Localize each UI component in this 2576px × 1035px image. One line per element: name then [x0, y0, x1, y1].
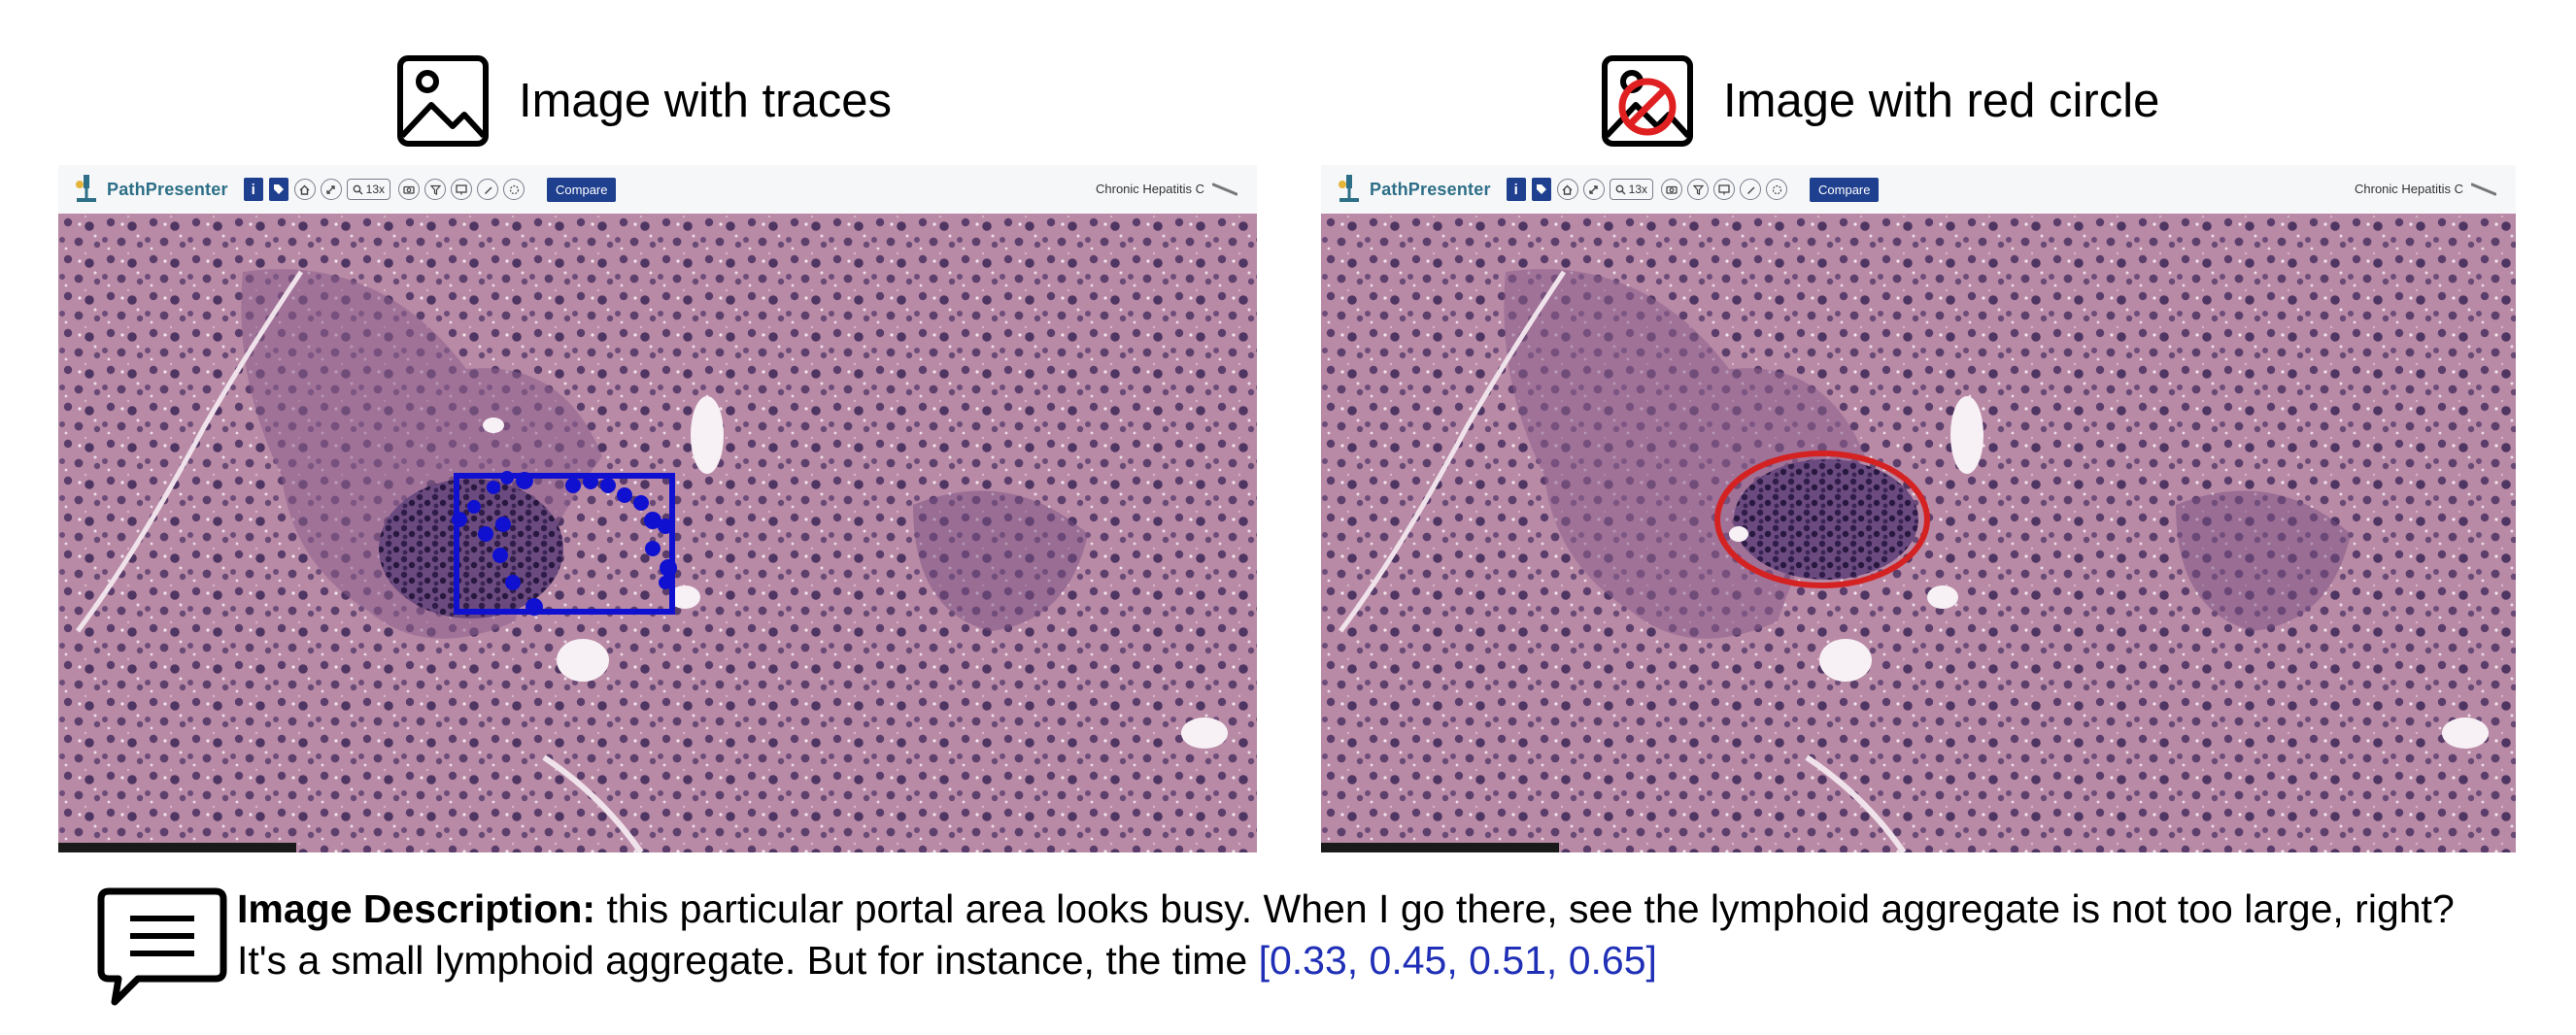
viewer-toolbar: PathPresenter i 13x Compare Chronic Hepa…	[1321, 165, 2516, 214]
brand-name: PathPresenter	[1370, 179, 1491, 199]
brand: PathPresenter	[1335, 173, 1491, 206]
compare-button[interactable]: Compare	[547, 177, 617, 202]
tissue-image[interactable]	[1321, 214, 2516, 852]
zoom-level-button[interactable]: 13x	[1609, 179, 1654, 200]
tag-icon	[1536, 184, 1546, 194]
panel-title-text: Image with traces	[519, 75, 892, 127]
monitor-button[interactable]	[1713, 179, 1736, 200]
info-button[interactable]: i	[243, 178, 263, 201]
zoom-icon	[353, 184, 363, 194]
circle-tool-button[interactable]	[1766, 179, 1788, 200]
pen-button[interactable]	[477, 179, 499, 200]
brand: PathPresenter	[72, 173, 228, 206]
zoom-level: 13x	[1628, 183, 1648, 196]
panel-title-red-circle: Image with red circle	[1601, 52, 2159, 150]
filter-icon	[1692, 184, 1704, 195]
tag-button[interactable]	[1531, 178, 1551, 201]
circle-tool-button[interactable]	[503, 179, 525, 200]
compare-button[interactable]: Compare	[1810, 177, 1880, 202]
home-icon	[299, 184, 310, 195]
monitor-icon	[456, 184, 467, 194]
camera-icon	[403, 185, 415, 194]
pen-icon	[1746, 186, 1755, 194]
slide-viewer-traces: PathPresenter i 13x Compare Chronic Hepa…	[58, 165, 1257, 852]
description-text: Image Description: this particular porta…	[237, 884, 2510, 986]
brand-name: PathPresenter	[107, 179, 228, 199]
monitor-icon	[1718, 184, 1730, 194]
pen-icon	[484, 186, 492, 194]
filter-icon	[429, 184, 441, 195]
home-button[interactable]	[1556, 179, 1578, 200]
image-icon	[397, 55, 489, 147]
scale-bar	[1321, 843, 1559, 852]
monitor-button[interactable]	[451, 179, 473, 200]
zoom-level-button[interactable]: 13x	[346, 179, 391, 200]
filter-button[interactable]	[1687, 179, 1710, 200]
tissue-image[interactable]	[58, 214, 1257, 852]
circle-icon	[1772, 184, 1781, 194]
zoom-icon	[1615, 184, 1626, 194]
info-button[interactable]: i	[1506, 178, 1526, 201]
slide-viewer-red-circle: PathPresenter i 13x Compare Chronic Hepa…	[1321, 165, 2516, 852]
zoom-level: 13x	[365, 183, 386, 196]
speech-bubble-icon	[97, 887, 227, 1006]
expand-button[interactable]	[320, 179, 342, 200]
image-with-red-circle-icon	[1602, 55, 1693, 147]
slide-thumbnail-icon	[2471, 183, 2496, 196]
expand-button[interactable]	[1582, 179, 1605, 200]
microscope-icon	[1339, 175, 1359, 202]
circle-icon	[509, 184, 519, 194]
panel-title-traces: Image with traces	[396, 52, 892, 150]
case-title: Chronic Hepatitis C	[2355, 182, 2463, 196]
filter-button[interactable]	[424, 179, 447, 200]
home-button[interactable]	[293, 179, 316, 200]
expand-icon	[1589, 184, 1598, 194]
trace-coordinates: [0.33, 0.45, 0.51, 0.65]	[1258, 938, 1657, 983]
panel-title-text: Image with red circle	[1723, 75, 2160, 127]
scale-bar	[58, 843, 296, 852]
microscope-icon	[76, 175, 96, 202]
camera-icon	[1666, 185, 1678, 194]
tag-button[interactable]	[268, 178, 288, 201]
slide-thumbnail-icon	[1212, 183, 1237, 196]
camera-button[interactable]	[1661, 179, 1683, 200]
tag-icon	[273, 184, 284, 194]
viewer-toolbar: PathPresenter i 13x Compare Chronic Hepa…	[58, 165, 1257, 214]
description-label: Image Description:	[237, 886, 596, 931]
case-title: Chronic Hepatitis C	[1096, 182, 1204, 196]
expand-icon	[326, 184, 335, 194]
home-icon	[1562, 184, 1573, 195]
pen-button[interactable]	[1740, 179, 1762, 200]
camera-button[interactable]	[398, 179, 421, 200]
